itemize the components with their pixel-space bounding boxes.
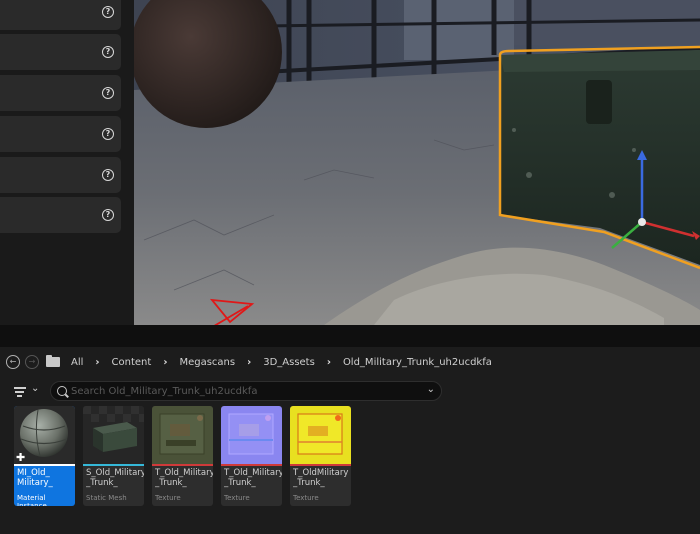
details-row[interactable]: ? [0,34,121,70]
help-icon[interactable]: ? [102,6,114,18]
asset-tile-texture-normal[interactable]: T_Old_Military _Trunk_ Texture [221,406,282,506]
chevron-down-icon: ⌄ [31,383,40,394]
breadcrumb-current-folder[interactable]: Old_Military_Trunk_uh2ucdkfa [339,357,496,368]
asset-name: MI_Old_ Military_ [17,468,53,488]
viewport-scene [134,0,700,325]
asset-type-bar [83,464,144,466]
breadcrumb-separator-icon[interactable]: › [239,357,259,368]
details-panel: ? ? ? ? ? ? [0,0,134,325]
asset-name: T_Old_Military _Trunk_ [224,468,282,488]
filter-button[interactable]: ⌄ [14,383,42,399]
level-viewport[interactable] [134,0,700,325]
search-input[interactable] [71,383,411,399]
breadcrumb-separator-icon[interactable]: › [87,357,107,368]
asset-thumbnail [290,406,351,464]
content-browser: ← → All › Content › Megascans › 3D_Asset… [0,347,700,534]
help-icon[interactable]: ? [102,169,114,181]
forward-arrow-icon[interactable]: → [25,355,39,369]
asset-tile-texture-orm[interactable]: T_OldMilitary _Trunk_ Texture [290,406,351,506]
asset-type: Texture [155,494,181,502]
asset-thumbnail [83,406,144,464]
chevron-down-icon[interactable]: ⌄ [427,384,435,395]
help-icon[interactable]: ? [102,209,114,221]
search-bar[interactable]: ⌄ [50,381,442,401]
asset-tile-static-mesh[interactable]: S_Old_Military _Trunk_ Static Mesh [83,406,144,506]
help-icon[interactable]: ? [102,46,114,58]
asset-thumbnail: ✚ [14,406,75,464]
asset-name: T_OldMilitary _Trunk_ [293,468,349,488]
asset-type: Material Instance [17,494,47,506]
asset-type: Static Mesh [86,494,127,502]
breadcrumb: ← → All › Content › Megascans › 3D_Asset… [0,347,700,377]
editor-window: ? ? ? ? ? ? ← → All › Content › Megascan… [0,0,700,534]
asset-name: S_Old_Military _Trunk_ [86,468,144,488]
asset-tile-material-instance[interactable]: ✚ MI_Old_ Military_ Material Instance [14,406,75,506]
asset-type-bar [290,464,351,466]
details-row[interactable]: ? [0,197,121,233]
search-icon [57,386,67,396]
asset-type: Texture [293,494,319,502]
asset-type-bar [14,464,75,466]
breadcrumb-separator-icon[interactable]: › [319,357,339,368]
breadcrumb-megascans[interactable]: Megascans [175,357,239,368]
asset-type: Texture [224,494,250,502]
content-toolbar: ⌄ ⌄ [0,377,700,405]
details-row[interactable]: ? [0,116,121,152]
asset-thumbnail [152,406,213,464]
details-row[interactable]: ? [0,157,121,193]
breadcrumb-content[interactable]: Content [108,357,156,368]
asset-name: T_Old_Military _Trunk_ [155,468,213,488]
asset-type-bar [221,464,282,466]
details-row[interactable]: ? [0,0,121,30]
breadcrumb-3d-assets[interactable]: 3D_Assets [259,357,319,368]
breadcrumb-separator-icon[interactable]: › [155,357,175,368]
help-icon[interactable]: ? [102,87,114,99]
asset-type-bar [152,464,213,466]
help-icon[interactable]: ? [102,128,114,140]
details-row[interactable]: ? [0,75,121,111]
back-arrow-icon[interactable]: ← [6,355,20,369]
add-icon: ✚ [16,451,25,464]
panel-splitter[interactable] [0,325,700,347]
folder-icon[interactable] [46,355,60,367]
asset-thumbnail [221,406,282,464]
breadcrumb-all[interactable]: All [67,357,87,368]
asset-tile-texture-albedo[interactable]: T_Old_Military _Trunk_ Texture [152,406,213,506]
